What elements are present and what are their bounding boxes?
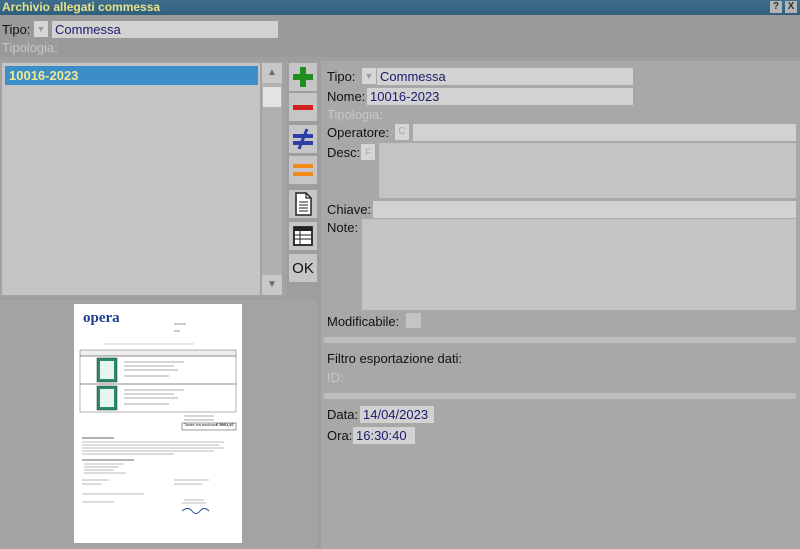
id-label: ID: — [327, 370, 344, 385]
chiave-field[interactable] — [373, 201, 796, 218]
close-button[interactable]: X — [785, 1, 797, 13]
modificabile-checkbox[interactable] — [406, 313, 421, 328]
attachments-list[interactable] — [2, 63, 260, 295]
remove-button[interactable] — [289, 93, 317, 121]
window-title: Archivio allegati commessa — [2, 0, 161, 14]
list-scrollbar[interactable]: ▲ ▼ — [262, 63, 282, 295]
filtro-label: Filtro esportazione dati: — [327, 351, 463, 366]
document-total-value: € 5901,97 — [216, 422, 234, 427]
tipologia-label: Tipologia: — [2, 40, 58, 55]
operatore-field[interactable] — [413, 124, 796, 141]
document-icon — [295, 192, 312, 216]
nome-label: Nome: — [327, 89, 366, 104]
plus-icon — [293, 67, 313, 87]
minus-icon — [293, 105, 313, 110]
scroll-down-icon[interactable]: ▼ — [262, 275, 282, 295]
not-equal-button[interactable] — [289, 125, 317, 153]
scroll-up-icon[interactable]: ▲ — [262, 63, 282, 83]
ok-button[interactable]: OK — [289, 254, 317, 282]
note-label: Note: — [327, 220, 359, 235]
detail-tipo-label: Tipo: — [327, 69, 356, 84]
desc-format-button[interactable]: F — [361, 144, 375, 160]
document-button[interactable] — [289, 190, 317, 218]
scroll-thumb[interactable] — [263, 87, 281, 107]
operatore-button[interactable]: C — [395, 124, 409, 140]
detail-tipologia-label: Tipologia: — [327, 107, 383, 122]
detail-tipo-dropdown-button[interactable]: ▼ — [362, 68, 376, 84]
list-item[interactable]: 10016-2023 — [5, 66, 258, 85]
desc-field[interactable] — [379, 143, 796, 198]
detail-tipo-field[interactable]: Commessa — [377, 68, 633, 85]
data-field[interactable]: 14/04/2023 — [360, 406, 434, 423]
chiave-label: Chiave: — [327, 202, 372, 217]
tipo-label: Tipo: — [2, 22, 31, 37]
note-field[interactable] — [362, 219, 796, 310]
ora-field[interactable]: 16:30:40 — [353, 427, 415, 444]
title-bar: Archivio allegati commessa ? X — [0, 0, 800, 15]
data-label: Data: — [327, 407, 359, 422]
operatore-label: Operatore: — [327, 125, 390, 140]
table-button[interactable] — [289, 222, 317, 250]
modificabile-label: Modificabile: — [327, 314, 400, 329]
ora-label: Ora: — [327, 428, 353, 443]
equal-button[interactable] — [289, 156, 317, 184]
not-equal-icon — [293, 128, 313, 150]
equal-icon — [293, 164, 313, 176]
document-total-label: Totale iva esclusa — [184, 422, 216, 427]
add-button[interactable] — [289, 63, 317, 91]
divider — [324, 393, 796, 399]
desc-label: Desc: — [327, 145, 361, 160]
document-preview[interactable]: opera Totale iva esclusa € 5901,97 — [74, 304, 242, 543]
tipo-field[interactable]: Commessa — [52, 21, 278, 38]
help-button[interactable]: ? — [770, 1, 782, 13]
tipo-dropdown-button[interactable]: ▼ — [34, 21, 48, 37]
table-icon — [293, 226, 313, 246]
divider — [324, 337, 796, 343]
nome-field[interactable]: 10016-2023 — [367, 88, 633, 105]
